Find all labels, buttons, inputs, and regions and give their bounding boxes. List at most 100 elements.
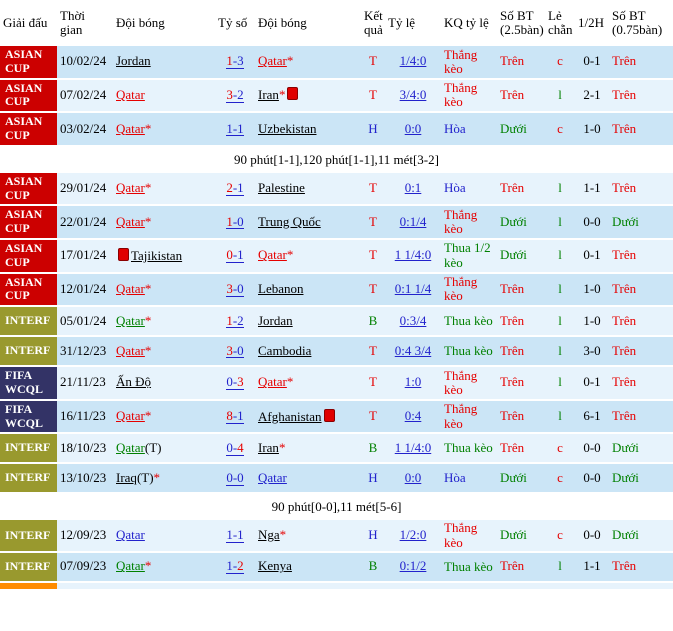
odds-link[interactable]: 0:3/4	[385, 313, 441, 330]
odds-link[interactable]: 0:1/2	[385, 558, 441, 575]
score-link[interactable]: 8-1	[215, 408, 255, 425]
tournament-badge: INTERF	[0, 434, 57, 462]
tournament-label: ASIAN CUP	[5, 48, 55, 76]
odds-link[interactable]: 3/4:0	[385, 87, 441, 104]
team-name-link[interactable]: Iran	[258, 87, 279, 102]
odds-link[interactable]: 0:4 3/4	[385, 343, 441, 360]
result-letter: T	[361, 53, 385, 70]
odds-result: Thắng kèo	[441, 401, 497, 432]
team-name-link[interactable]: Tajikistan	[131, 248, 182, 263]
match-date: 29/01/24	[57, 180, 113, 197]
table-row: INTERF 05/01/24 Qatar* 1-2 Jordan B 0:3/…	[0, 307, 673, 337]
odd-even: l	[545, 313, 575, 330]
odds-result: Thua kèo	[441, 440, 497, 456]
team-name-link[interactable]: Ấn Độ	[116, 374, 151, 389]
odds-link[interactable]: 1:0	[385, 374, 441, 391]
over-under-0-75: Trên	[609, 87, 673, 104]
team-name-link[interactable]: Qatar	[116, 180, 145, 195]
score-link[interactable]: 1-3	[215, 53, 255, 70]
team-name-link[interactable]: Qatar	[258, 247, 287, 262]
result-letter: T	[361, 180, 385, 197]
over-under-0-75: Dưới	[609, 527, 673, 544]
odds-result: Thắng kèo	[441, 47, 497, 78]
header-goals-0-75: Số BT (0.75bàn)	[609, 9, 673, 38]
odds-link[interactable]: 1/2:0	[385, 527, 441, 544]
header-odd-even: Lẻ chẵn	[545, 9, 575, 38]
red-card-icon	[324, 409, 335, 422]
team-name-link[interactable]: Qatar	[116, 527, 145, 542]
score-link[interactable]: 0-0	[215, 470, 255, 487]
team-name-link[interactable]: Palestine	[258, 180, 305, 195]
score-link[interactable]: 1-2	[215, 558, 255, 575]
score-link[interactable]: 2-1	[215, 180, 255, 197]
score-link[interactable]: 0-3	[215, 374, 255, 391]
tournament-label: ASIAN CUP	[5, 175, 55, 203]
team-name-link[interactable]: Qatar	[116, 281, 145, 296]
team-name-link[interactable]: Nga	[258, 527, 280, 542]
over-under-0-75: Trên	[609, 53, 673, 70]
odds-link[interactable]: 0:0	[385, 470, 441, 487]
odds-result: Thắng kèo	[441, 207, 497, 238]
odd-even: l	[545, 180, 575, 197]
team-name-link[interactable]: Qatar	[116, 343, 145, 358]
match-history-table: Giải đấu Thời gian Đội bóng Tỷ số Đội bó…	[0, 0, 673, 631]
score-link[interactable]: 3-2	[215, 87, 255, 104]
team-name-link[interactable]: Kenya	[258, 558, 292, 573]
team-name-link[interactable]: Lebanon	[258, 281, 303, 296]
score-link[interactable]: 0-4	[215, 440, 255, 457]
team-name-link[interactable]: Iraq	[116, 470, 137, 485]
result-letter: B	[361, 440, 385, 457]
odds-link[interactable]: 1/4:0	[385, 53, 441, 70]
team-name-link[interactable]: Qatar	[116, 214, 145, 229]
odds-link[interactable]: 0:0	[385, 121, 441, 138]
odds-link[interactable]: 0:1 1/4	[385, 281, 441, 298]
away-team-cell: Iran*	[255, 86, 361, 104]
team-name-link[interactable]: Iran	[258, 440, 279, 455]
away-team-cell: Trung Quốc	[255, 214, 361, 231]
team-name-link[interactable]: Qatar	[116, 408, 145, 423]
odds-link[interactable]: 0:1	[385, 180, 441, 197]
score-link[interactable]: 3-0	[215, 281, 255, 298]
team-name-link[interactable]: Qatar	[116, 87, 145, 102]
away-score: 1	[237, 180, 244, 195]
tournament-label: ASIAN CUP	[5, 208, 55, 236]
team-name-link[interactable]: Qatar	[258, 470, 287, 485]
match-date: 31/12/23	[57, 343, 113, 360]
home-team-cell: Jordan	[113, 53, 215, 70]
away-team-cell: Uzbekistan	[255, 121, 361, 138]
team-name-link[interactable]: Trung Quốc	[258, 214, 321, 229]
score-link[interactable]: 1-1	[215, 527, 255, 544]
odds-link[interactable]: 1 1/4:0	[385, 440, 441, 457]
match-date: 12/09/23	[57, 527, 113, 544]
score-link[interactable]: 0-1	[215, 247, 255, 264]
team-name-link[interactable]: Afghanistan	[258, 409, 322, 424]
over-under-0-75: Trên	[609, 374, 673, 391]
team-name-link[interactable]: Qatar	[258, 374, 287, 389]
team-name-link[interactable]: Qatar	[116, 121, 145, 136]
table-row: FIFA WCQL 21/11/23 Ấn Độ 0-3 Qatar* T 1:…	[0, 367, 673, 401]
team-name-link[interactable]: Qatar	[116, 440, 145, 455]
red-card-icon	[287, 87, 298, 100]
away-team-cell: Kenya	[255, 558, 361, 575]
first-half-score: 1-0	[575, 121, 609, 138]
odds-link[interactable]: 1 1/4:0	[385, 247, 441, 264]
score-link[interactable]: 1-2	[215, 313, 255, 330]
team-name-link[interactable]: Qatar	[116, 313, 145, 328]
team-name-link[interactable]: Jordan	[116, 53, 151, 68]
first-half-score: 0-0	[575, 440, 609, 457]
score-link[interactable]: 3-0	[215, 343, 255, 360]
tournament-label: FIFA WCQL	[5, 403, 55, 431]
team-name-link[interactable]: Uzbekistan	[258, 121, 316, 136]
odds-link[interactable]: 0:4	[385, 408, 441, 425]
team-name-link[interactable]: Jordan	[258, 313, 293, 328]
extra-time-note-row: 90 phút[1-1],120 phút[1-1],11 mét[3-2]	[0, 147, 673, 173]
match-date: 05/01/24	[57, 313, 113, 330]
result-letter: T	[361, 247, 385, 264]
score-link[interactable]: 1-0	[215, 214, 255, 231]
odds-link[interactable]: 0:1/4	[385, 214, 441, 231]
odds-result: Hòa	[441, 470, 497, 486]
score-link[interactable]: 1-1	[215, 121, 255, 138]
team-name-link[interactable]: Qatar	[116, 558, 145, 573]
team-name-link[interactable]: Qatar	[258, 53, 287, 68]
team-name-link[interactable]: Cambodia	[258, 343, 311, 358]
